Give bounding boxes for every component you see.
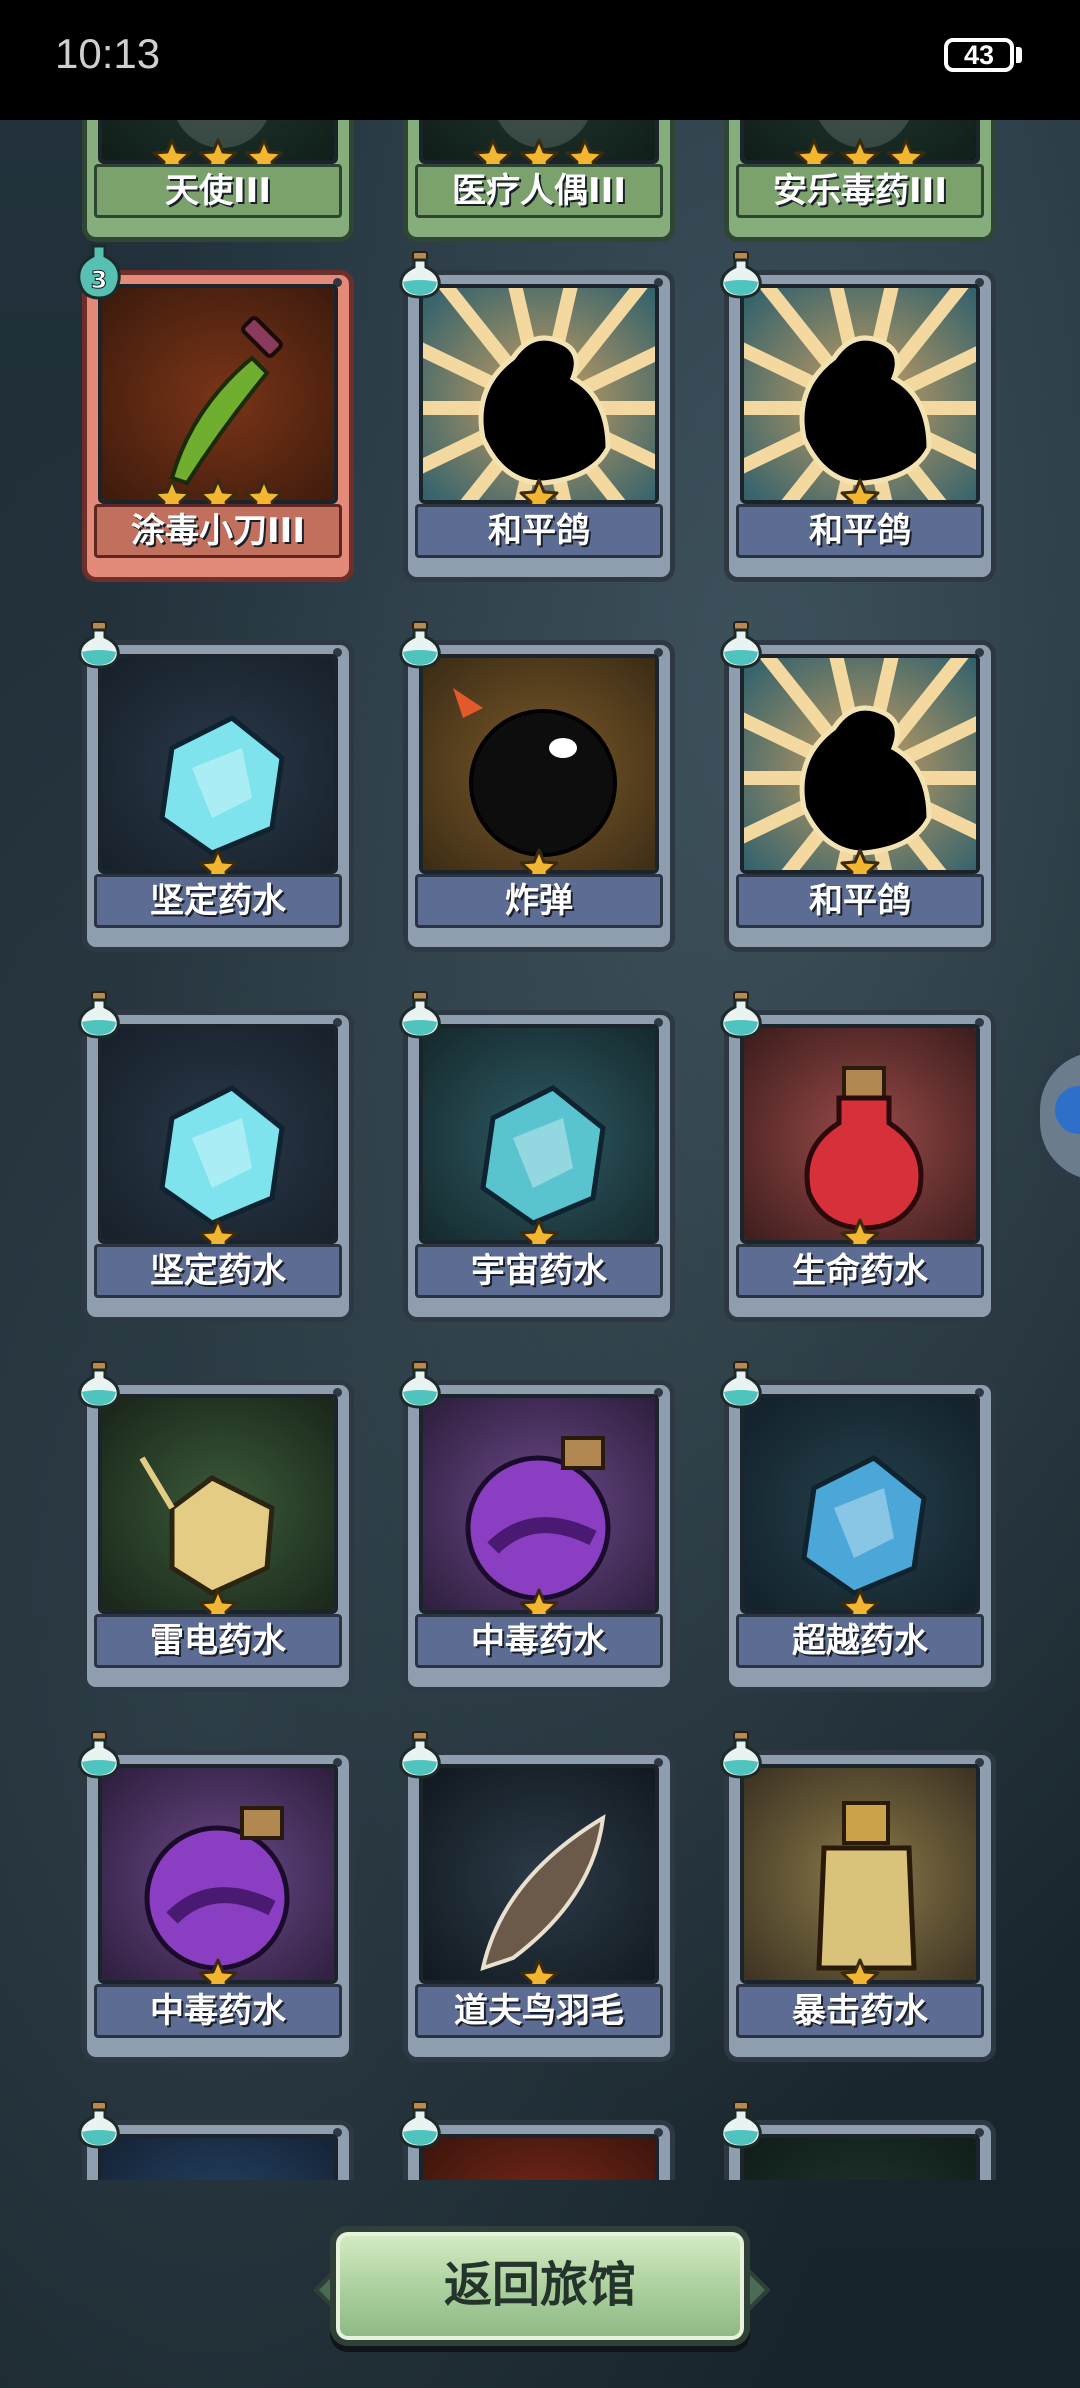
potion-flask-icon (716, 1360, 766, 1410)
card-name: 涂毒小刀III (94, 504, 342, 558)
card-art (419, 1024, 659, 1244)
potion-flask-icon (716, 620, 766, 670)
card-art (98, 2134, 338, 2180)
card-slot[interactable]: 坚定药水 (78, 990, 354, 1322)
card-name: 坚定药水 (94, 874, 342, 928)
card-slot[interactable] (399, 2100, 675, 2180)
card-name: 和平鸽 (415, 504, 663, 558)
card-art (740, 2134, 980, 2180)
potion-flask-icon (716, 990, 766, 1040)
svg-text:3: 3 (91, 266, 108, 294)
potion-flask-icon (716, 2100, 766, 2150)
potion-flask-icon (716, 250, 766, 300)
card-slot[interactable]: 炸弹 (399, 620, 675, 952)
potion-flask-icon (74, 1360, 124, 1410)
card-slot[interactable] (720, 2100, 996, 2180)
card-name: 超越药水 (736, 1614, 984, 1668)
card-art (98, 654, 338, 874)
card-name: 和平鸽 (736, 874, 984, 928)
card-slot[interactable]: 中毒药水 (78, 1730, 354, 2062)
card-name: 雷电药水 (94, 1614, 342, 1668)
potion-flask-icon (395, 620, 445, 670)
card-name: 坚定药水 (94, 1244, 342, 1298)
card-collection-grid[interactable]: 天使III 医疗人偶III 安乐毒药III 涂毒小刀III 3 和平鸽 和平鸽 坚定药水 炸弹和… (0, 120, 1080, 2180)
card-art (98, 1394, 338, 1614)
card-art (419, 1394, 659, 1614)
card-name: 宇宙药水 (415, 1244, 663, 1298)
card-slot[interactable]: 和平鸽 (720, 250, 996, 582)
card-slot[interactable]: 医疗人偶III (403, 120, 675, 242)
return-button-wrap: 返回旅馆 (313, 2226, 771, 2346)
card-name: 道夫鸟羽毛 (415, 1984, 663, 2038)
potion-flask-icon (74, 1730, 124, 1780)
card-slot[interactable]: 安乐毒药III (724, 120, 996, 242)
card-slot[interactable]: 和平鸽 (399, 250, 675, 582)
card-slot[interactable]: 雷电药水 (78, 1360, 354, 1692)
card-name: 中毒药水 (415, 1614, 663, 1668)
card-slot[interactable]: 生命药水 (720, 990, 996, 1322)
battery-cap (1016, 47, 1022, 63)
card-art (740, 1394, 980, 1614)
card-name: 天使III (94, 164, 342, 218)
card-slot[interactable]: 超越药水 (720, 1360, 996, 1692)
card-art (419, 1764, 659, 1984)
status-bar: 10:13 43 (0, 0, 1080, 120)
clock: 10:13 (55, 30, 161, 77)
potion-flask-icon (716, 1730, 766, 1780)
card-slot[interactable]: 中毒药水 (399, 1360, 675, 1692)
card-art (419, 2134, 659, 2180)
card-art (740, 1764, 980, 1984)
battery-icon: 43 (944, 38, 1014, 72)
card-slot[interactable]: 涂毒小刀III 3 (77, 244, 354, 582)
card-slot[interactable]: 坚定药水 (78, 620, 354, 952)
card-slot[interactable]: 道夫鸟羽毛 (399, 1730, 675, 2062)
potion-flask-icon (395, 990, 445, 1040)
return-to-tavern-button[interactable]: 返回旅馆 (330, 2226, 750, 2346)
card-slot[interactable] (78, 2100, 354, 2180)
card-name: 生命药水 (736, 1244, 984, 1298)
card-art (98, 1764, 338, 1984)
card-name: 和平鸽 (736, 504, 984, 558)
card-art (740, 284, 980, 504)
card-name: 中毒药水 (94, 1984, 342, 2038)
card-art (98, 1024, 338, 1244)
level-badge-icon: 3 (76, 244, 122, 300)
card-name: 安乐毒药III (736, 164, 984, 218)
card-art (419, 284, 659, 504)
potion-flask-icon (395, 2100, 445, 2150)
potion-flask-icon (74, 620, 124, 670)
card-art (740, 1024, 980, 1244)
potion-flask-icon (395, 250, 445, 300)
potion-flask-icon (395, 1730, 445, 1780)
card-name: 医疗人偶III (415, 164, 663, 218)
card-art (419, 654, 659, 874)
potion-flask-icon (395, 1360, 445, 1410)
potion-flask-icon (74, 2100, 124, 2150)
card-art (98, 284, 338, 504)
game-screen: 10:13 43 天使III 医疗人偶III 安乐毒药III 涂毒小刀III 3 和平鸽和… (0, 0, 1080, 2388)
card-slot[interactable]: 暴击药水 (720, 1730, 996, 2062)
card-slot[interactable]: 宇宙药水 (399, 990, 675, 1322)
card-name: 炸弹 (415, 874, 663, 928)
card-slot[interactable]: 天使III (82, 120, 354, 242)
card-slot[interactable]: 和平鸽 (720, 620, 996, 952)
card-art (740, 654, 980, 874)
potion-flask-icon (74, 990, 124, 1040)
card-name: 暴击药水 (736, 1984, 984, 2038)
